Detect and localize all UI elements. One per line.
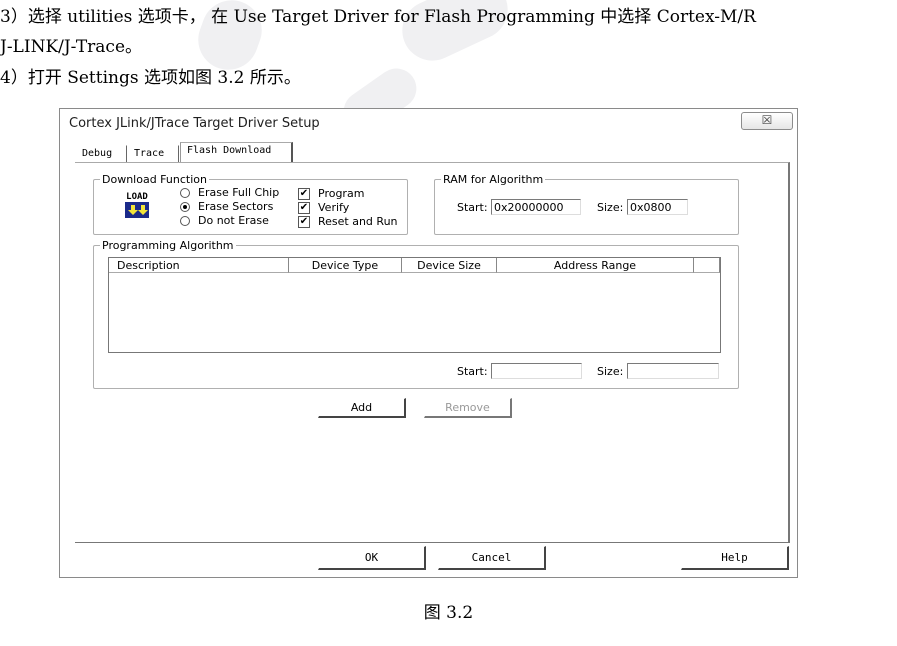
close-button[interactable]: ☒ (741, 112, 793, 130)
erase-full-chip-label: Erase Full Chip (198, 186, 280, 199)
tab-debug[interactable]: Debug (75, 145, 127, 163)
reset-and-run-checkbox[interactable]: ✔ (298, 216, 310, 228)
load-icon-text: LOAD (126, 192, 148, 202)
verify-checkbox[interactable]: ✔ (298, 202, 310, 214)
help-button[interactable]: Help (681, 546, 789, 570)
target-driver-setup-dialog: Cortex JLink/JTrace Target Driver Setup … (59, 108, 798, 578)
add-button[interactable]: Add (318, 398, 406, 418)
erase-sectors-radio[interactable] (180, 202, 190, 212)
ok-button[interactable]: OK (318, 546, 426, 570)
column-extra (694, 258, 720, 273)
program-checkbox[interactable]: ✔ (298, 188, 310, 200)
program-label: Program (318, 187, 365, 200)
do-not-erase-radio[interactable] (180, 216, 190, 226)
load-icon: LOAD (125, 192, 149, 218)
algorithm-size-label: Size: (597, 365, 624, 378)
paragraph-3-line-2: J-LINK/J-Trace。 (0, 37, 143, 57)
dialog-title: Cortex JLink/JTrace Target Driver Setup (69, 116, 320, 131)
column-description[interactable]: Description (109, 258, 289, 273)
column-device-size[interactable]: Device Size (402, 258, 497, 273)
dialog-titlebar: Cortex JLink/JTrace Target Driver Setup … (60, 109, 797, 135)
ram-size-label: Size: (597, 201, 624, 214)
erase-full-chip-radio[interactable] (180, 188, 190, 198)
programming-algorithm-legend: Programming Algorithm (102, 239, 234, 252)
close-icon: ☒ (761, 113, 773, 127)
erase-sectors-label: Erase Sectors (198, 200, 274, 213)
remove-button[interactable]: Remove (424, 398, 512, 418)
paragraph-4: 4）打开 Settings 选项如图 3.2 所示。 (0, 68, 301, 88)
paragraph-3-line-1: 3）选择 utilities 选项卡， 在 Use Target Driver … (0, 7, 756, 27)
ram-size-field[interactable]: 0x0800 (627, 199, 688, 215)
ram-start-label: Start: (457, 201, 488, 214)
cancel-button[interactable]: Cancel (438, 546, 546, 570)
do-not-erase-label: Do not Erase (198, 214, 269, 227)
figure-caption: 图 3.2 (423, 603, 474, 623)
column-address-range[interactable]: Address Range (497, 258, 694, 273)
tab-trace[interactable]: Trace (127, 145, 179, 163)
ram-start-field[interactable]: 0x20000000 (491, 199, 581, 215)
tab-flash-download[interactable]: Flash Download (180, 142, 293, 163)
algorithm-size-field[interactable] (627, 363, 719, 379)
verify-label: Verify (318, 201, 350, 214)
ram-for-algorithm-legend: RAM for Algorithm (443, 173, 544, 186)
algorithm-list[interactable]: Description Device Type Device Size Addr… (108, 257, 721, 353)
reset-and-run-label: Reset and Run (318, 215, 398, 228)
download-function-legend: Download Function (102, 173, 207, 186)
algorithm-start-label: Start: (457, 365, 488, 378)
column-device-type[interactable]: Device Type (289, 258, 402, 273)
bottom-divider (75, 542, 788, 543)
algorithm-start-field[interactable] (491, 363, 582, 379)
